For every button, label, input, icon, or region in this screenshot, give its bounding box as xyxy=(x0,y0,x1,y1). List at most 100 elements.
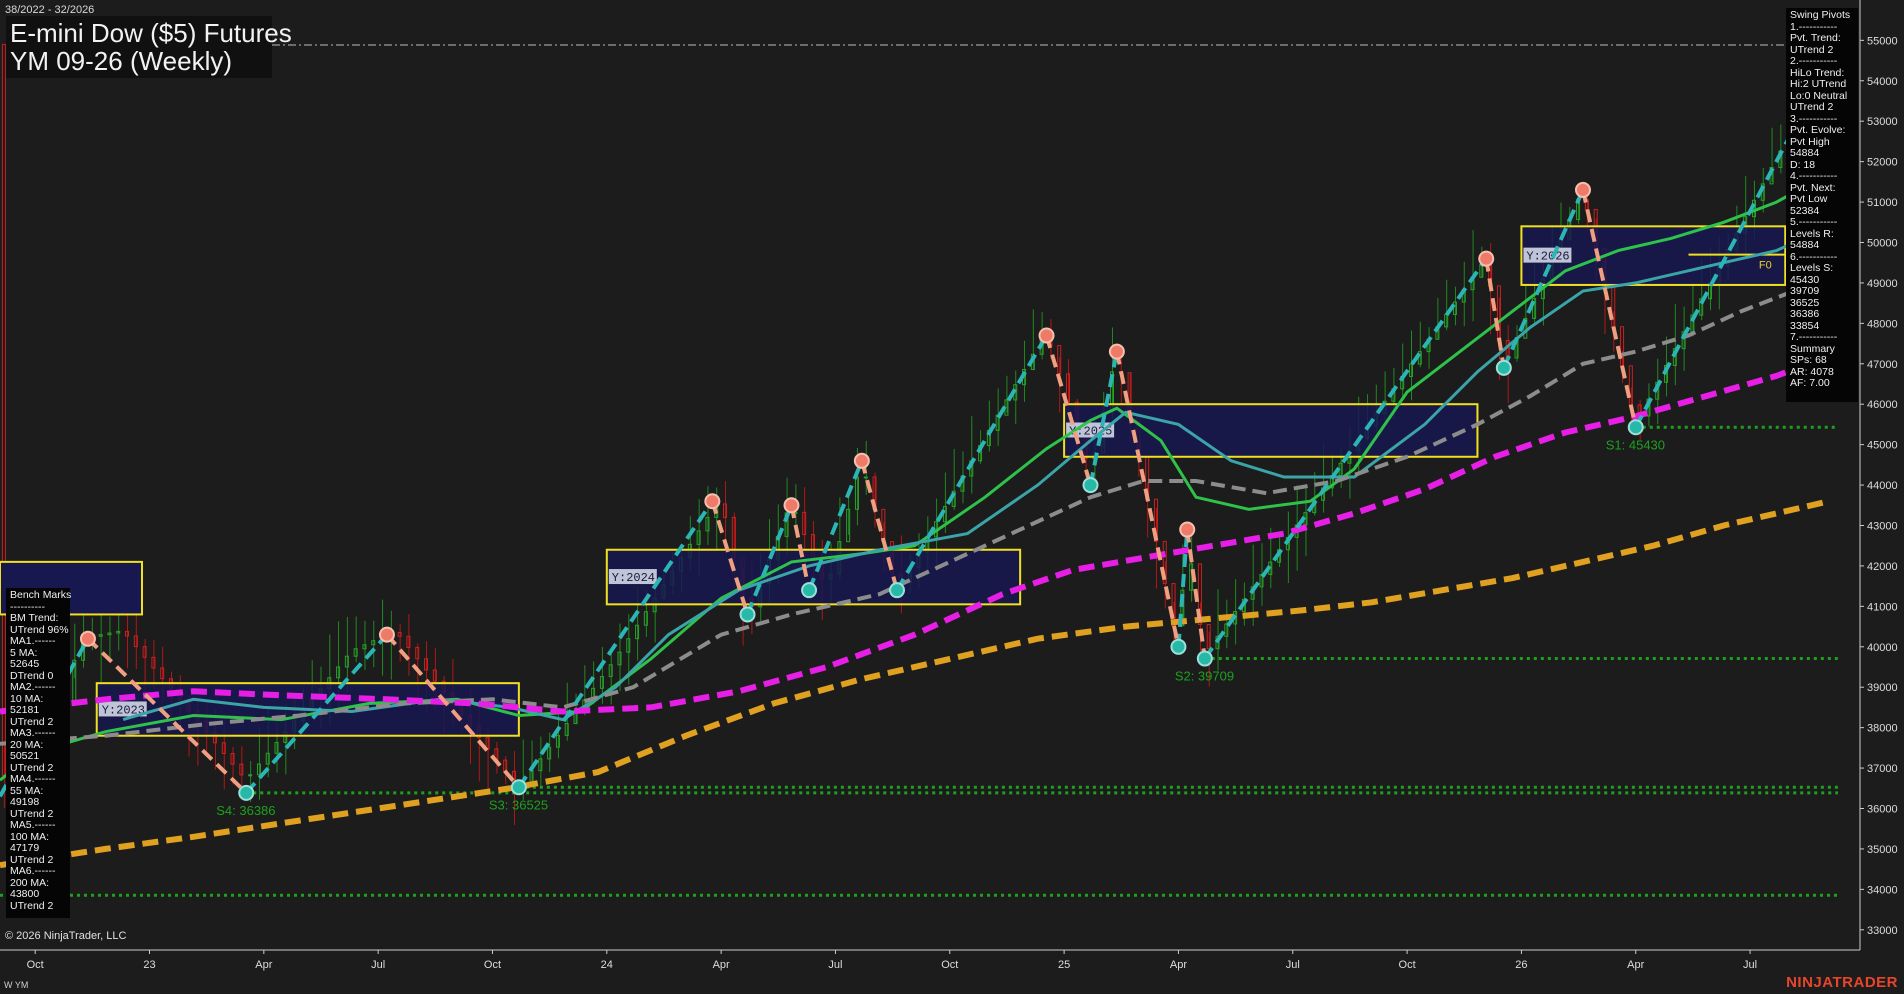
y-tick-label: 48000 xyxy=(1867,318,1898,330)
x-tick-label: Jul xyxy=(828,959,842,971)
y-tick-label: 52000 xyxy=(1867,157,1898,169)
x-tick-label: Oct xyxy=(1399,959,1416,971)
panel-line: 39709 xyxy=(1790,285,1820,297)
panel-line: 4.----------- xyxy=(1790,170,1838,182)
panel-line: 54884 xyxy=(1790,239,1820,251)
yearly-box-label: Y:2024 xyxy=(612,571,655,585)
panel-line: 7.----------- xyxy=(1790,331,1838,343)
swing-high-pivot xyxy=(1038,327,1055,344)
y-tick-label: 34000 xyxy=(1867,884,1898,896)
panel-line: MA5.------ xyxy=(10,819,56,831)
panel-line: 2.----------- xyxy=(1790,55,1838,67)
panel-line: 52645 xyxy=(10,658,40,670)
panel-line: 50521 xyxy=(10,750,40,762)
support-label: S4: 36386 xyxy=(216,803,275,818)
y-tick-label: 54000 xyxy=(1867,76,1898,88)
panel-line: MA4.------ xyxy=(10,773,56,785)
moving-average-line xyxy=(122,224,1830,722)
panel-line: MA3.------ xyxy=(10,727,56,739)
x-tick-label: Apr xyxy=(713,959,730,971)
panel-line: BM Trend: xyxy=(10,612,59,624)
swing-low-pivot xyxy=(1082,477,1099,494)
swing-high-pivot xyxy=(783,497,800,514)
y-tick-label: 47000 xyxy=(1867,359,1898,371)
panel-line: UTrend 2 xyxy=(10,899,54,912)
swing-high-pivot xyxy=(853,452,870,469)
panel-line: Pvt Low xyxy=(1790,193,1828,205)
symbol-label: W YM xyxy=(4,980,29,990)
swing-low-pivot xyxy=(238,784,255,801)
y-tick-label: 38000 xyxy=(1867,723,1898,735)
swing-low-pivot xyxy=(889,582,906,599)
swing-low-pivot xyxy=(1627,419,1644,436)
y-tick-label: 35000 xyxy=(1867,844,1898,856)
swing-high-pivot xyxy=(1179,521,1196,538)
x-tick-label: Jul xyxy=(1286,959,1300,971)
swing-down-line xyxy=(1114,351,1181,648)
y-tick-label: 55000 xyxy=(1867,35,1898,47)
x-tick-label: Oct xyxy=(941,959,958,971)
x-tick-label: Apr xyxy=(1627,959,1644,971)
x-tick-label: 24 xyxy=(601,959,613,971)
panel-line: Pvt. Trend: xyxy=(1790,32,1841,44)
swing-high-pivot xyxy=(704,493,721,510)
panel-line: UTrend 2 xyxy=(1790,101,1834,113)
panel-line: 49198 xyxy=(10,796,40,808)
y-tick-label: 49000 xyxy=(1867,278,1898,290)
panel-line: Pvt. Evolve: xyxy=(1790,124,1846,136)
y-tick-label: 37000 xyxy=(1867,763,1898,775)
swing-high-pivot xyxy=(1574,181,1591,198)
bench-marks-panel: Bench Marks ---------- BM Trend: UTrend 96%… xyxy=(6,588,72,918)
yearly-box-label: Y:2026 xyxy=(1526,250,1569,264)
swing-low-pivot xyxy=(1495,359,1512,376)
x-tick-label: Jul xyxy=(371,959,385,971)
panel-line: 52181 xyxy=(10,704,40,716)
x-tick-label: 23 xyxy=(143,959,155,971)
y-tick-label: 39000 xyxy=(1867,682,1898,694)
swing-low-pivot xyxy=(801,582,818,599)
y-tick-label: 40000 xyxy=(1867,642,1898,654)
panel-line: MA1.------ xyxy=(10,635,56,647)
panel-line: Bench Marks xyxy=(10,589,72,601)
panel-line: 43800 xyxy=(10,888,40,900)
support-label: S3: 36525 xyxy=(489,797,548,812)
candle-body xyxy=(863,476,868,479)
brand-logo: NINJATRADER xyxy=(1786,974,1898,991)
fib-label: F0 xyxy=(1759,260,1772,272)
swing-up-line xyxy=(1203,257,1488,660)
swing-pivots-panel: Swing Pivots 1.----------- Pvt. Trend: UTre… xyxy=(1786,8,1858,402)
panel-line: 5.----------- xyxy=(1790,216,1838,228)
y-tick-label: 46000 xyxy=(1867,399,1898,411)
x-tick-label: Oct xyxy=(27,959,44,971)
y-tick-label: 41000 xyxy=(1867,601,1898,613)
candle-body xyxy=(1,43,6,776)
panel-line: MA6.------ xyxy=(10,865,56,877)
swing-low-pivot xyxy=(1170,638,1187,655)
support-label: S2: 39709 xyxy=(1175,669,1234,684)
copyright-label: © 2026 NinjaTrader, LLC xyxy=(5,930,127,942)
chart-canvas[interactable]: Y:2023Y:2024Y:2025Y:2026 S1: 45430 S2: 39… xyxy=(0,0,1904,994)
panel-line: 54884 xyxy=(1790,147,1820,159)
swing-low-pivot xyxy=(510,779,527,796)
swing-high-pivot xyxy=(1108,343,1125,360)
moving-average-line xyxy=(0,272,1831,746)
x-tick-label: Oct xyxy=(484,959,501,971)
panel-line: 47179 xyxy=(10,842,40,854)
panel-line: MA2.------ xyxy=(10,681,56,693)
y-tick-label: 53000 xyxy=(1867,116,1898,128)
chart-title: E-mini Dow ($5) Futures xyxy=(10,18,292,48)
panel-line: Hi:2 UTrend xyxy=(1790,78,1847,90)
candle-body xyxy=(248,774,253,777)
x-tick-label: 26 xyxy=(1515,959,1527,971)
y-tick-label: 42000 xyxy=(1867,561,1898,573)
y-tick-label: 44000 xyxy=(1867,480,1898,492)
swing-up-line xyxy=(517,500,714,789)
panel-line: Levels S: xyxy=(1790,262,1834,274)
support-label: S1: 45430 xyxy=(1606,437,1665,452)
x-tick-label: Jul xyxy=(1743,959,1757,971)
panel-line: SPs: 68 xyxy=(1790,354,1827,366)
moving-average-line xyxy=(0,352,1831,715)
swing-high-pivot xyxy=(1478,250,1495,267)
x-tick-label: 25 xyxy=(1058,959,1070,971)
y-tick-label: 45000 xyxy=(1867,440,1898,452)
